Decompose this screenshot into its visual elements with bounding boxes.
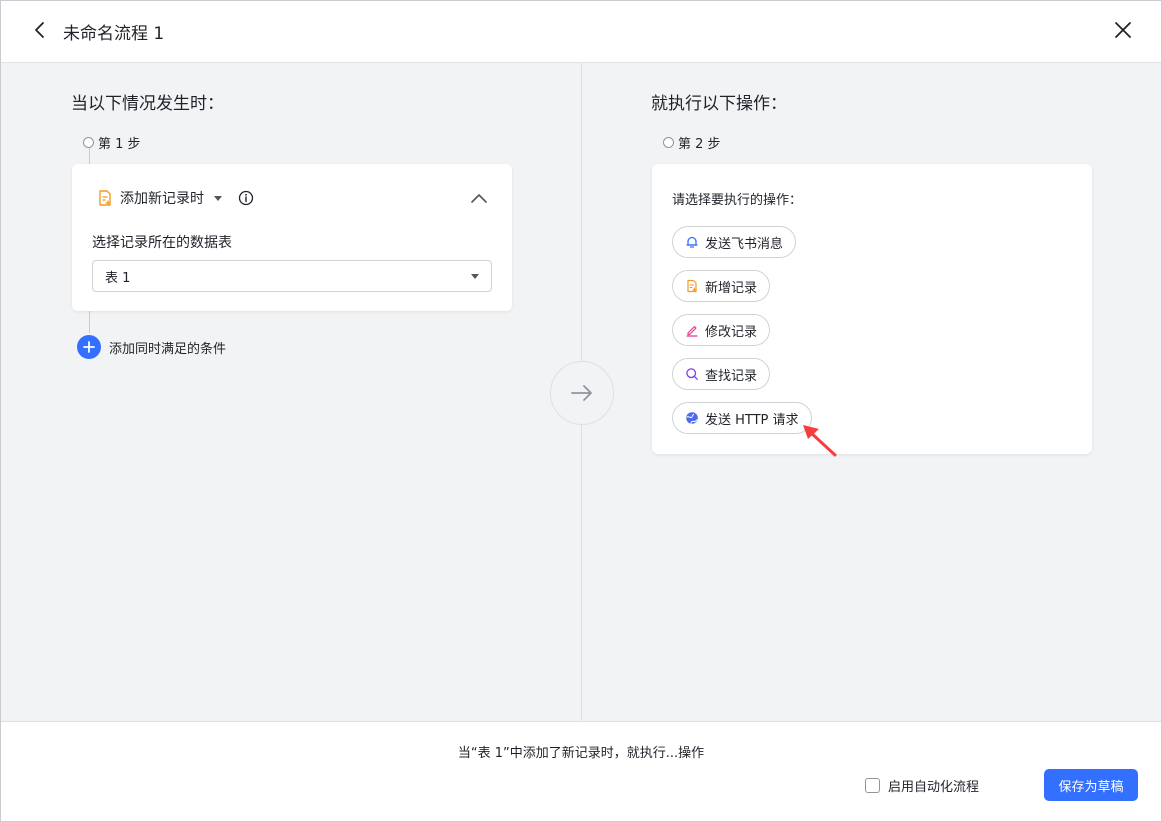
save-draft-button[interactable]: 保存为草稿 [1044, 769, 1138, 801]
chevron-up-icon [471, 194, 487, 203]
info-icon[interactable] [238, 190, 254, 206]
table-field-label: 选择记录所在的数据表 [92, 235, 232, 251]
auto-enable-checkbox[interactable] [865, 778, 880, 793]
step-2-text: 第 2 步 [678, 137, 721, 152]
step-2-label: 第 2 步 [663, 133, 721, 152]
action-label: 查找记录 [705, 368, 758, 384]
table-select[interactable]: 表 1 [92, 260, 492, 292]
close-button[interactable] [1112, 19, 1134, 41]
add-condition-button[interactable]: 添加同时满足的条件 [77, 335, 226, 359]
globe-icon [686, 412, 698, 424]
bell-icon [686, 236, 698, 248]
automation-dialog: 未命名流程 1 当以下情况发生时： 第 1 步 添加新记录时 选择记录所在的数据… [0, 0, 1162, 822]
action-edit-record[interactable]: 修改记录 [672, 314, 771, 346]
search-icon [686, 368, 698, 380]
collapse-button[interactable] [468, 188, 490, 210]
action-heading: 就执行以下操作： [651, 94, 787, 114]
caret-down-icon [214, 195, 222, 201]
action-send-http-request[interactable]: 发送 HTTP 请求 [672, 402, 812, 434]
trigger-heading: 当以下情况发生时： [71, 94, 224, 114]
step-dot [663, 137, 674, 148]
dialog-header: 未命名流程 1 [1, 1, 1161, 63]
doc-add-icon [99, 190, 111, 206]
doc-add-icon [687, 279, 697, 293]
action-send-feishu-message[interactable]: 发送飞书消息 [672, 226, 797, 258]
trigger-card: 添加新记录时 选择记录所在的数据表 表 1 [72, 164, 512, 311]
flow-arrow [550, 361, 614, 425]
trigger-type-label: 添加新记录时 [120, 191, 204, 207]
auto-enable-label: 启用自动化流程 [888, 780, 980, 795]
table-select-value: 表 1 [105, 270, 131, 286]
action-prompt: 请选择要执行的操作： [672, 193, 803, 208]
action-find-record[interactable]: 查找记录 [672, 358, 771, 390]
action-label: 发送飞书消息 [705, 236, 784, 252]
pen-icon [686, 325, 698, 337]
auto-enable-toggle[interactable]: 启用自动化流程 [865, 776, 979, 795]
plus-icon [77, 335, 101, 359]
add-condition-label: 添加同时满足的条件 [109, 341, 227, 357]
flow-summary: 当“表 1”中添加了新记录时，就执行...操作 [457, 746, 705, 761]
step-1-text: 第 1 步 [98, 137, 141, 152]
flow-title[interactable]: 未命名流程 1 [63, 19, 164, 44]
arrow-right-icon [571, 385, 592, 401]
action-label: 新增记录 [705, 280, 758, 296]
action-add-record[interactable]: 新增记录 [672, 270, 771, 302]
back-button[interactable] [29, 19, 51, 41]
action-card: 请选择要执行的操作： 发送飞书消息 新增记录 修改记录 查找记录 发送 HTTP… [652, 164, 1092, 454]
annotation-arrow-icon [803, 425, 837, 457]
dialog-footer: 当“表 1”中添加了新记录时，就执行...操作 启用自动化流程 保存为草稿 [1, 721, 1161, 821]
step-dot [83, 137, 94, 148]
flow-canvas: 当以下情况发生时： 第 1 步 添加新记录时 选择记录所在的数据表 表 1 添加… [1, 63, 1161, 721]
step-1-label: 第 1 步 [83, 133, 141, 152]
close-icon [1115, 22, 1131, 38]
chevron-left-icon [35, 22, 44, 38]
action-label: 发送 HTTP 请求 [705, 412, 799, 428]
trigger-type-dropdown[interactable]: 添加新记录时 [96, 188, 254, 208]
caret-down-icon [471, 273, 479, 279]
action-label: 修改记录 [705, 324, 758, 340]
